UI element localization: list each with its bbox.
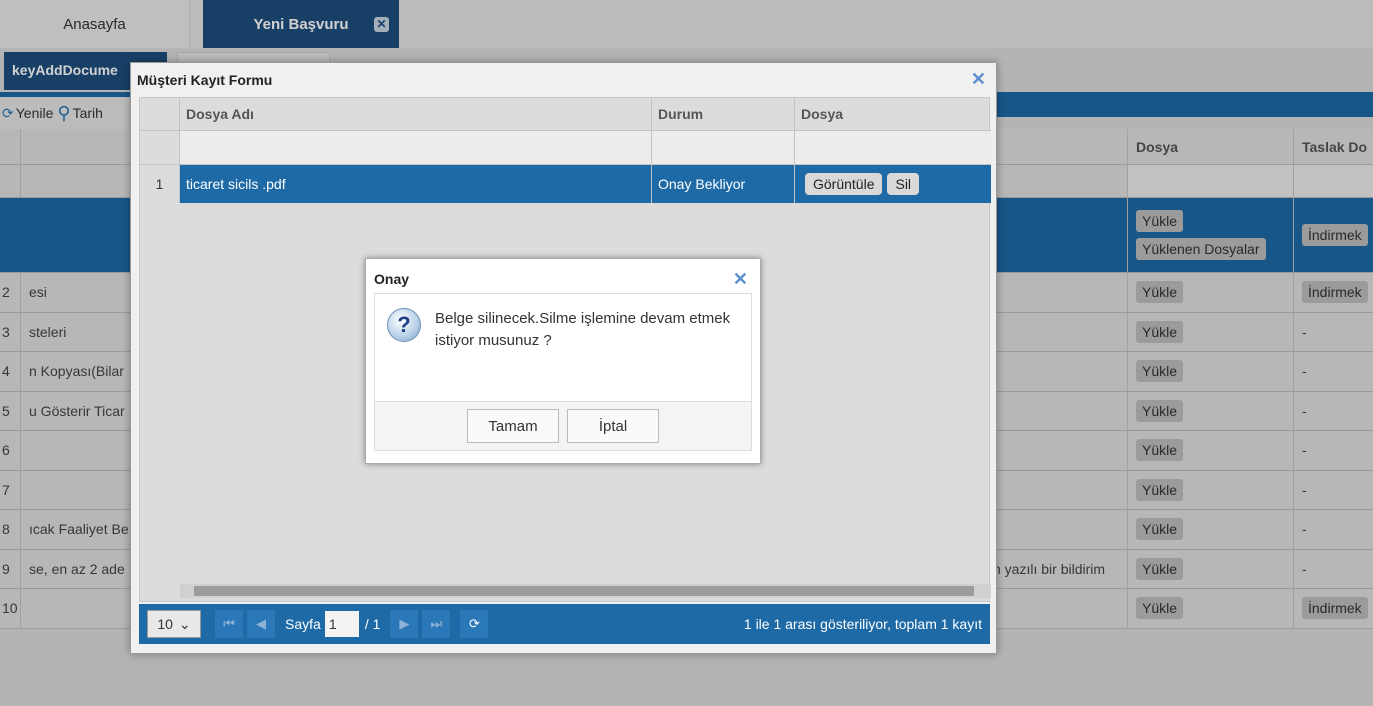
- filter-file-name[interactable]: [179, 131, 651, 164]
- window-title: Müşteri Kayıt Formu: [137, 72, 273, 88]
- page-label: Sayfa: [285, 616, 321, 632]
- chevron-down-icon: ⌄: [178, 615, 191, 632]
- pager-summary: 1 ile 1 arası gösteriliyor, toplam 1 kay…: [743, 616, 982, 632]
- horizontal-scrollbar[interactable]: [180, 584, 991, 598]
- table-row[interactable]: 1 ticaret sicils .pdf Onay Bekliyor Görü…: [140, 165, 991, 203]
- reload-icon[interactable]: ⟳: [460, 610, 489, 638]
- col-file[interactable]: Dosya: [794, 98, 991, 130]
- confirm-dialog: Onay ✕ ? Belge silinecek.Silme işlemine …: [365, 258, 761, 464]
- page-size-select[interactable]: 10 ⌄: [147, 610, 201, 638]
- dialog-footer: Tamam İptal: [374, 401, 752, 451]
- grid-filter-row: [140, 131, 991, 165]
- first-page-icon[interactable]: ⏮: [215, 610, 243, 638]
- col-status[interactable]: Durum: [651, 98, 794, 130]
- filter-status[interactable]: [651, 131, 794, 164]
- row-status: Onay Bekliyor: [651, 165, 794, 203]
- close-icon[interactable]: ✕: [971, 69, 986, 90]
- last-page-icon[interactable]: ⏭: [422, 610, 451, 638]
- close-icon[interactable]: ✕: [733, 269, 748, 290]
- grid-header: Dosya Adı Durum Dosya: [140, 98, 991, 131]
- cancel-button[interactable]: İptal: [567, 409, 659, 443]
- row-file-actions: Görüntüle Sil: [794, 165, 991, 203]
- window-header: Müşteri Kayıt Formu ✕: [131, 63, 996, 97]
- row-number: 1: [155, 176, 164, 192]
- dialog-header: Onay ✕: [374, 265, 752, 293]
- ok-button[interactable]: Tamam: [467, 409, 559, 443]
- page-input[interactable]: 1: [324, 611, 359, 637]
- pager-bar: 10 ⌄ ⏮ ◀ Sayfa 1 / 1 ▶ ⏭ ⟳ 1 ile 1 arası …: [139, 604, 990, 644]
- dialog-body: ? Belge silinecek.Silme işlemine devam e…: [374, 293, 752, 401]
- question-icon: ?: [387, 308, 421, 342]
- delete-button[interactable]: Sil: [887, 173, 920, 195]
- prev-page-icon[interactable]: ◀: [247, 610, 275, 638]
- filter-file[interactable]: [794, 131, 991, 164]
- total-pages: / 1: [364, 616, 381, 632]
- page-size-value: 10: [157, 616, 173, 632]
- dialog-title: Onay: [374, 271, 410, 287]
- col-file-name[interactable]: Dosya Adı: [179, 98, 651, 130]
- scrollbar-thumb[interactable]: [194, 586, 974, 596]
- next-page-icon[interactable]: ▶: [390, 610, 419, 638]
- view-button[interactable]: Görüntüle: [805, 173, 883, 195]
- col-rownum: [140, 98, 179, 130]
- dialog-message: Belge silinecek.Silme işlemine devam etm…: [435, 310, 731, 349]
- row-file-name[interactable]: ticaret sicils .pdf: [179, 165, 651, 203]
